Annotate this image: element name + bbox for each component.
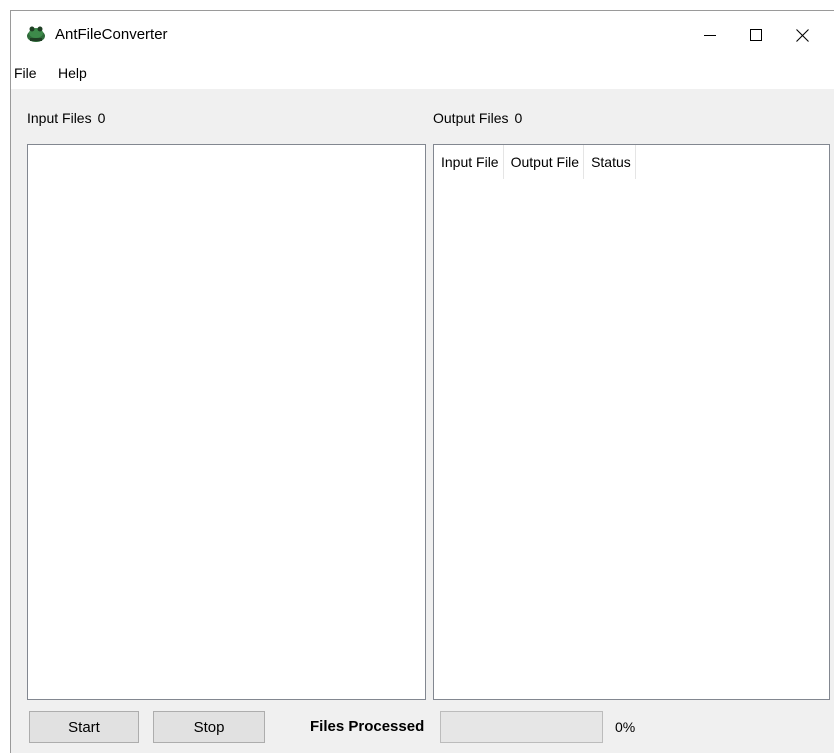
maximize-button[interactable] xyxy=(733,11,779,59)
column-header-output-file[interactable]: Output File xyxy=(503,145,585,179)
title-bar[interactable]: AntFileConverter xyxy=(11,11,834,59)
menu-file[interactable]: File xyxy=(11,65,40,81)
output-files-header: Output Files 0 xyxy=(433,110,522,126)
input-files-label: Input Files xyxy=(27,110,92,126)
minimize-icon xyxy=(704,29,716,41)
input-files-count: 0 xyxy=(97,110,106,126)
input-files-header: Input Files 0 xyxy=(27,110,105,126)
progress-percent: 0% xyxy=(615,719,636,735)
window-title: AntFileConverter xyxy=(55,26,168,43)
menu-bar: File Help xyxy=(11,59,834,89)
close-icon xyxy=(795,28,809,42)
output-files-label: Output Files xyxy=(433,110,509,126)
menu-help[interactable]: Help xyxy=(55,65,90,81)
files-processed-progress xyxy=(440,711,603,743)
ant-app-icon xyxy=(26,25,46,43)
close-button[interactable] xyxy=(779,11,825,59)
output-files-count: 0 xyxy=(514,110,523,126)
maximize-icon xyxy=(750,29,762,41)
output-files-table[interactable]: Input File Output File Status xyxy=(433,144,830,700)
column-header-status[interactable]: Status xyxy=(584,145,636,179)
input-files-list[interactable] xyxy=(27,144,426,700)
files-processed-label: Files Processed xyxy=(310,718,425,735)
column-header-input-file[interactable]: Input File xyxy=(434,145,504,179)
stop-button[interactable]: Stop xyxy=(153,711,265,743)
app-window: AntFileConverter File Help Input Files 0 … xyxy=(10,10,834,753)
start-button[interactable]: Start xyxy=(29,711,139,743)
output-table-header: Input File Output File Status xyxy=(434,145,636,179)
minimize-button[interactable] xyxy=(687,11,733,59)
